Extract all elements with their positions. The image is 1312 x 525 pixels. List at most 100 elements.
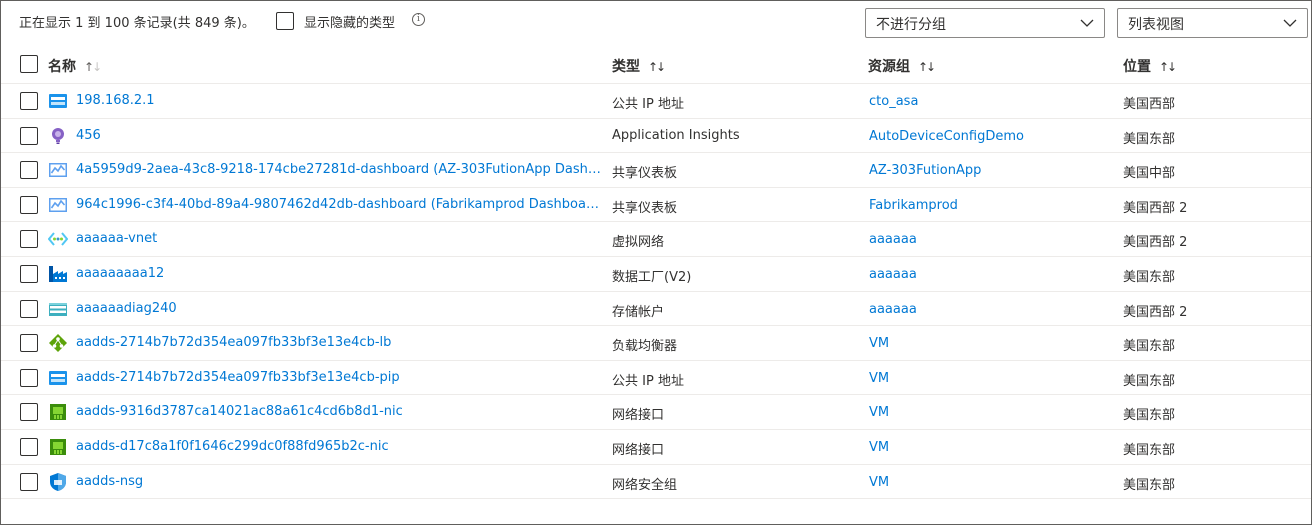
table-row[interactable]: aadds-d17c8a1f0f1646c299dc0f88fd965b2c-n… <box>1 430 1311 465</box>
resource-list-panel: 正在显示 1 到 100 条记录(共 849 条)。 显示隐藏的类型 i 不进行… <box>0 0 1312 525</box>
resource-name-link[interactable]: 964c1996-c3f4-40bd-89a4-9807462d42db-das… <box>76 197 601 212</box>
row-checkbox[interactable] <box>20 161 38 180</box>
table-row[interactable]: 198.168.2.1 公共 IP 地址 cto_asa 美国西部 <box>1 84 1311 119</box>
resource-location: 美国东部 <box>1123 269 1176 285</box>
resource-name-link[interactable]: 198.168.2.1 <box>76 93 601 108</box>
resource-location: 美国西部 2 <box>1123 235 1188 251</box>
sort-icon: ↑↓ <box>918 60 936 74</box>
resource-type: 网络接口 <box>612 442 665 458</box>
resource-location: 美国西部 2 <box>1123 304 1188 320</box>
load-balancer-icon <box>48 333 68 353</box>
resource-name-link[interactable]: aaaaaa-vnet <box>76 231 601 246</box>
resource-name-link[interactable]: 4a5959d9-2aea-43c8-9218-174cbe27281d-das… <box>76 162 601 177</box>
data-factory-icon <box>48 264 68 284</box>
public-ip-icon <box>48 91 68 111</box>
resource-group-link[interactable]: VM <box>869 371 889 386</box>
shared-dashboard-icon <box>48 195 68 215</box>
show-hidden-types-checkbox[interactable] <box>276 12 294 30</box>
sort-icon: ↑↓ <box>1159 60 1177 74</box>
row-checkbox[interactable] <box>20 230 38 249</box>
row-checkbox[interactable] <box>20 368 38 387</box>
column-header-resource-group[interactable]: 资源组 ↑↓ <box>868 56 936 76</box>
table-header: 名称 ↑↓ 类型 ↑↓ 资源组 ↑↓ 位置 ↑↓ <box>1 46 1311 84</box>
resource-group-link[interactable]: VM <box>869 405 889 420</box>
row-checkbox[interactable] <box>20 92 38 110</box>
column-header-location[interactable]: 位置 ↑↓ <box>1123 56 1177 76</box>
chevron-down-icon <box>1080 19 1094 27</box>
table-row[interactable]: aaaaaaaaa12 数据工厂(V2) aaaaaa 美国东部 <box>1 257 1311 292</box>
view-dropdown[interactable]: 列表视图 <box>1117 8 1308 38</box>
grouping-dropdown[interactable]: 不进行分组 <box>865 8 1105 38</box>
resource-name-link[interactable]: aadds-nsg <box>76 474 601 489</box>
resource-location: 美国中部 <box>1123 166 1176 182</box>
column-header-type[interactable]: 类型 ↑↓ <box>612 56 666 76</box>
row-checkbox[interactable] <box>20 403 38 422</box>
resource-type: 网络安全组 <box>612 477 678 493</box>
column-header-type-label: 类型 <box>612 59 640 75</box>
resource-group-link[interactable]: aaaaaa <box>869 267 917 282</box>
row-checkbox[interactable] <box>20 437 38 456</box>
row-checkbox[interactable] <box>20 299 38 318</box>
application-insights-icon <box>48 126 68 146</box>
resource-location: 美国东部 <box>1123 373 1176 389</box>
table-row[interactable]: 964c1996-c3f4-40bd-89a4-9807462d42db-das… <box>1 188 1311 223</box>
virtual-network-icon <box>47 229 69 249</box>
row-checkbox[interactable] <box>20 264 38 283</box>
storage-account-icon <box>48 299 68 319</box>
resource-group-link[interactable]: cto_asa <box>869 94 918 109</box>
resource-location: 美国东部 <box>1123 408 1176 424</box>
column-header-name-label: 名称 <box>48 59 76 75</box>
table-row[interactable]: aadds-nsg 网络安全组 VM 美国东部 <box>1 465 1311 500</box>
row-checkbox[interactable] <box>20 472 38 491</box>
resource-group-link[interactable]: Fabrikamprod <box>869 198 958 213</box>
resource-name-link[interactable]: aadds-2714b7b72d354ea097fb33bf3e13e4cb-l… <box>76 335 601 350</box>
network-security-group-icon <box>48 472 68 492</box>
resource-type: 负载均衡器 <box>612 339 678 355</box>
table-row[interactable]: aadds-2714b7b72d354ea097fb33bf3e13e4cb-l… <box>1 326 1311 361</box>
table-row[interactable]: 4a5959d9-2aea-43c8-9218-174cbe27281d-das… <box>1 153 1311 188</box>
table-row[interactable]: 456 Application Insights AutoDeviceConfigD… <box>1 119 1311 154</box>
resource-group-link[interactable]: aaaaaa <box>869 302 917 317</box>
resource-name-link[interactable]: aaaaaaaaa12 <box>76 266 601 281</box>
resource-type: 网络接口 <box>612 408 665 424</box>
resource-group-link[interactable]: VM <box>869 440 889 455</box>
sort-icon: ↑↓ <box>648 60 666 74</box>
public-ip-icon <box>48 368 68 388</box>
toolbar: 正在显示 1 到 100 条记录(共 849 条)。 显示隐藏的类型 i 不进行… <box>1 1 1311 43</box>
resource-group-link[interactable]: VM <box>869 475 889 490</box>
resource-name-link[interactable]: aadds-9316d3787ca14021ac88a61c4cd6b8d1-n… <box>76 404 601 419</box>
info-icon[interactable]: i <box>412 13 425 26</box>
resource-name-link[interactable]: aaaaaadiag240 <box>76 301 601 316</box>
table-row[interactable]: aadds-9316d3787ca14021ac88a61c4cd6b8d1-n… <box>1 395 1311 430</box>
row-checkbox[interactable] <box>20 334 38 353</box>
resource-type: Application Insights <box>612 127 740 143</box>
resource-group-link[interactable]: AutoDeviceConfigDemo <box>869 129 1024 144</box>
row-checkbox[interactable] <box>20 126 38 145</box>
resource-name-link[interactable]: aadds-d17c8a1f0f1646c299dc0f88fd965b2c-n… <box>76 439 601 454</box>
column-header-location-label: 位置 <box>1123 59 1151 75</box>
column-header-resource-group-label: 资源组 <box>868 59 910 75</box>
resource-table-body: 198.168.2.1 公共 IP 地址 cto_asa 美国西部 456 Applica… <box>1 84 1311 500</box>
shared-dashboard-icon <box>48 160 68 180</box>
resource-group-link[interactable]: aaaaaa <box>869 232 917 247</box>
table-row[interactable]: aadds-2714b7b72d354ea097fb33bf3e13e4cb-p… <box>1 361 1311 396</box>
table-row[interactable]: aaaaaa-vnet 虚拟网络 aaaaaa 美国西部 2 <box>1 222 1311 257</box>
resource-type: 共享仪表板 <box>612 166 678 182</box>
show-hidden-types-label[interactable]: 显示隐藏的类型 <box>304 12 395 31</box>
resource-group-link[interactable]: VM <box>869 336 889 351</box>
select-all-checkbox[interactable] <box>20 55 38 73</box>
resource-type: 虚拟网络 <box>612 235 665 251</box>
network-interface-icon <box>48 402 68 422</box>
table-row[interactable]: aaaaaadiag240 存储帐户 aaaaaa 美国西部 2 <box>1 292 1311 327</box>
resource-group-link[interactable]: AZ-303FutionApp <box>869 163 981 178</box>
resource-location: 美国西部 2 <box>1123 200 1188 216</box>
chevron-down-icon <box>1283 19 1297 27</box>
resource-name-link[interactable]: 456 <box>76 128 601 143</box>
row-checkbox[interactable] <box>20 195 38 214</box>
grouping-dropdown-value: 不进行分组 <box>876 17 946 33</box>
column-header-name[interactable]: 名称 ↑↓ <box>48 56 102 76</box>
resource-location: 美国东部 <box>1123 442 1176 458</box>
resource-type: 存储帐户 <box>612 304 665 320</box>
resource-name-link[interactable]: aadds-2714b7b72d354ea097fb33bf3e13e4cb-p… <box>76 370 601 385</box>
resource-location: 美国东部 <box>1123 131 1176 147</box>
